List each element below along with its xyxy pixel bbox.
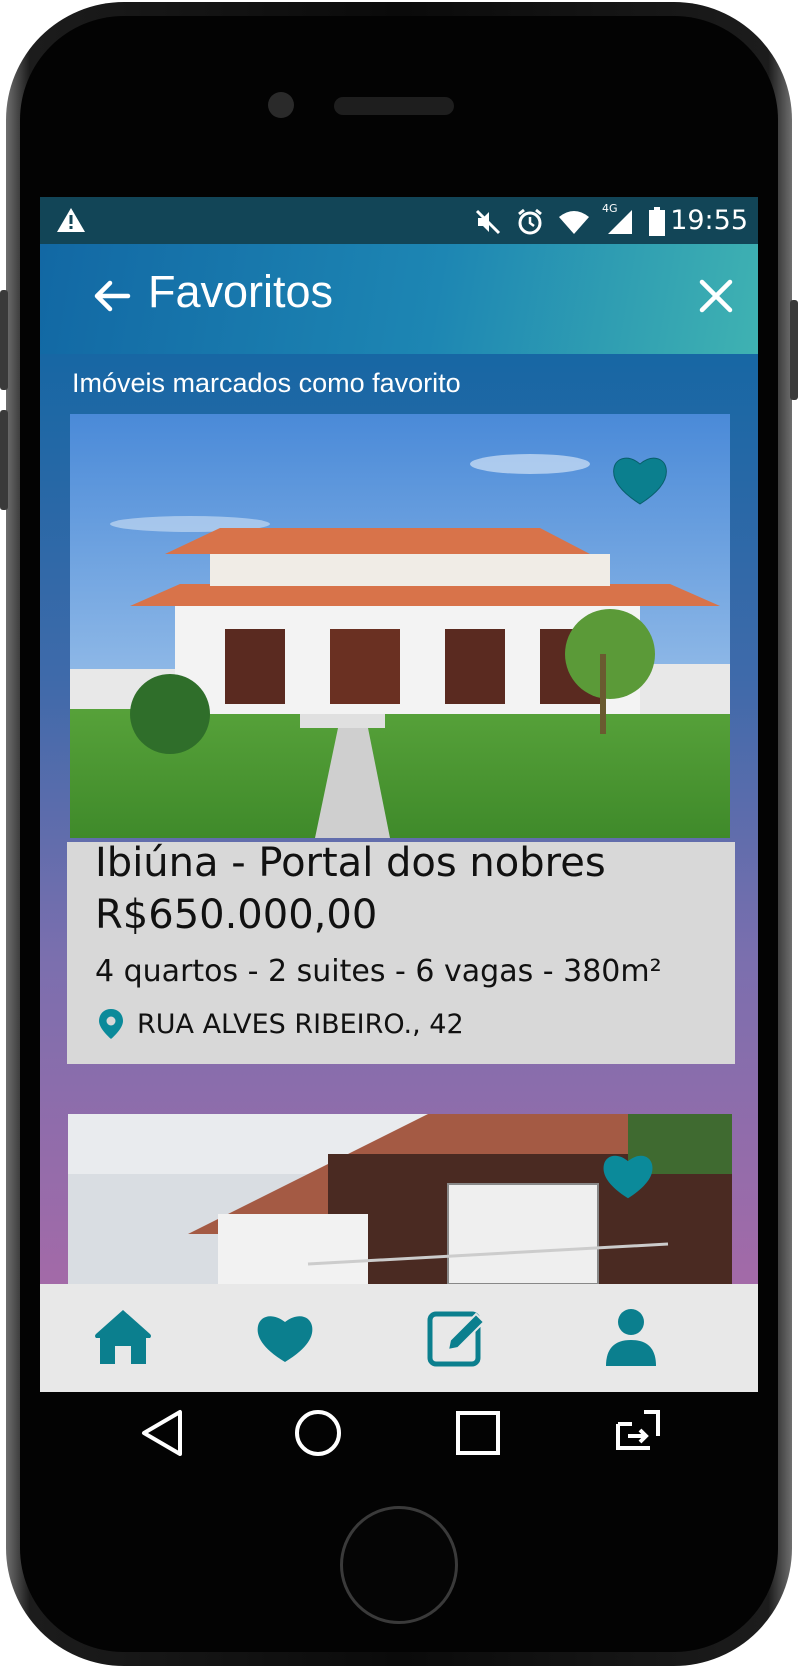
status-bar: 4G 19:55 bbox=[40, 197, 758, 244]
edit-icon bbox=[427, 1311, 486, 1367]
nav-favorites[interactable] bbox=[250, 1302, 320, 1372]
listing-card[interactable]: Ibiúna - Portal dos nobres R$650.000,00 … bbox=[67, 840, 735, 1064]
system-back-button[interactable] bbox=[122, 1392, 202, 1472]
listing-image[interactable] bbox=[68, 1114, 732, 1284]
power-button bbox=[790, 300, 798, 400]
system-home-button[interactable] bbox=[278, 1392, 358, 1472]
user-icon bbox=[606, 1309, 656, 1366]
listing-address-row: RUA ALVES RIBEIRO., 42 bbox=[97, 1008, 464, 1040]
volume-up-button bbox=[0, 290, 8, 390]
battery-icon bbox=[648, 207, 666, 241]
favorite-toggle[interactable] bbox=[600, 1150, 656, 1206]
system-navigation-bar bbox=[40, 1392, 758, 1474]
network-label: 4G bbox=[602, 202, 618, 215]
back-triangle-icon bbox=[142, 1410, 182, 1456]
nav-home[interactable] bbox=[88, 1302, 158, 1372]
close-button[interactable] bbox=[694, 274, 738, 318]
listing-title: Ibiúna - Portal dos nobres bbox=[95, 840, 606, 886]
heart-icon bbox=[603, 1155, 653, 1199]
page-title: Favoritos bbox=[148, 266, 334, 317]
physical-home-button[interactable] bbox=[340, 1506, 458, 1624]
arrow-left-icon bbox=[94, 280, 131, 312]
warning-icon bbox=[56, 207, 86, 237]
nav-edit[interactable] bbox=[422, 1302, 492, 1372]
switch-apps-icon bbox=[616, 1410, 660, 1450]
favorites-list: Imóveis marcados como favorito Ibiúna - … bbox=[40, 354, 758, 1284]
volume-down-button bbox=[0, 410, 8, 510]
favorite-toggle[interactable] bbox=[610, 452, 670, 512]
close-icon bbox=[699, 279, 733, 313]
recents-square-icon bbox=[456, 1411, 500, 1455]
listing-image[interactable] bbox=[70, 414, 730, 838]
back-button[interactable] bbox=[88, 272, 136, 320]
home-icon bbox=[95, 1310, 151, 1364]
heart-icon bbox=[613, 457, 667, 505]
listing-features: 4 quartos - 2 suites - 6 vagas - 380m² bbox=[95, 954, 662, 989]
home-circle-icon bbox=[295, 1410, 341, 1456]
earpiece-speaker bbox=[334, 97, 454, 115]
signal-icon: 4G bbox=[602, 202, 634, 240]
listing-address: RUA ALVES RIBEIRO., 42 bbox=[137, 1008, 464, 1040]
status-clock: 19:55 bbox=[670, 205, 748, 236]
front-camera bbox=[268, 92, 294, 118]
screen: 4G 19:55 Favoritos Imóveis marcados como… bbox=[40, 197, 758, 1392]
heart-icon bbox=[257, 1316, 313, 1362]
nav-profile[interactable] bbox=[596, 1302, 666, 1372]
section-subtitle: Imóveis marcados como favorito bbox=[72, 368, 461, 398]
status-icons: 4G bbox=[474, 202, 666, 241]
app-bar: Favoritos bbox=[40, 244, 758, 354]
system-recents-button[interactable] bbox=[438, 1392, 518, 1472]
wifi-icon bbox=[558, 209, 590, 239]
alarm-icon bbox=[516, 208, 544, 240]
listing-price: R$650.000,00 bbox=[95, 892, 378, 938]
bottom-navigation bbox=[40, 1284, 758, 1392]
mute-icon bbox=[474, 208, 502, 240]
system-switch-apps-button[interactable] bbox=[598, 1392, 678, 1472]
location-pin-icon bbox=[99, 1009, 123, 1039]
